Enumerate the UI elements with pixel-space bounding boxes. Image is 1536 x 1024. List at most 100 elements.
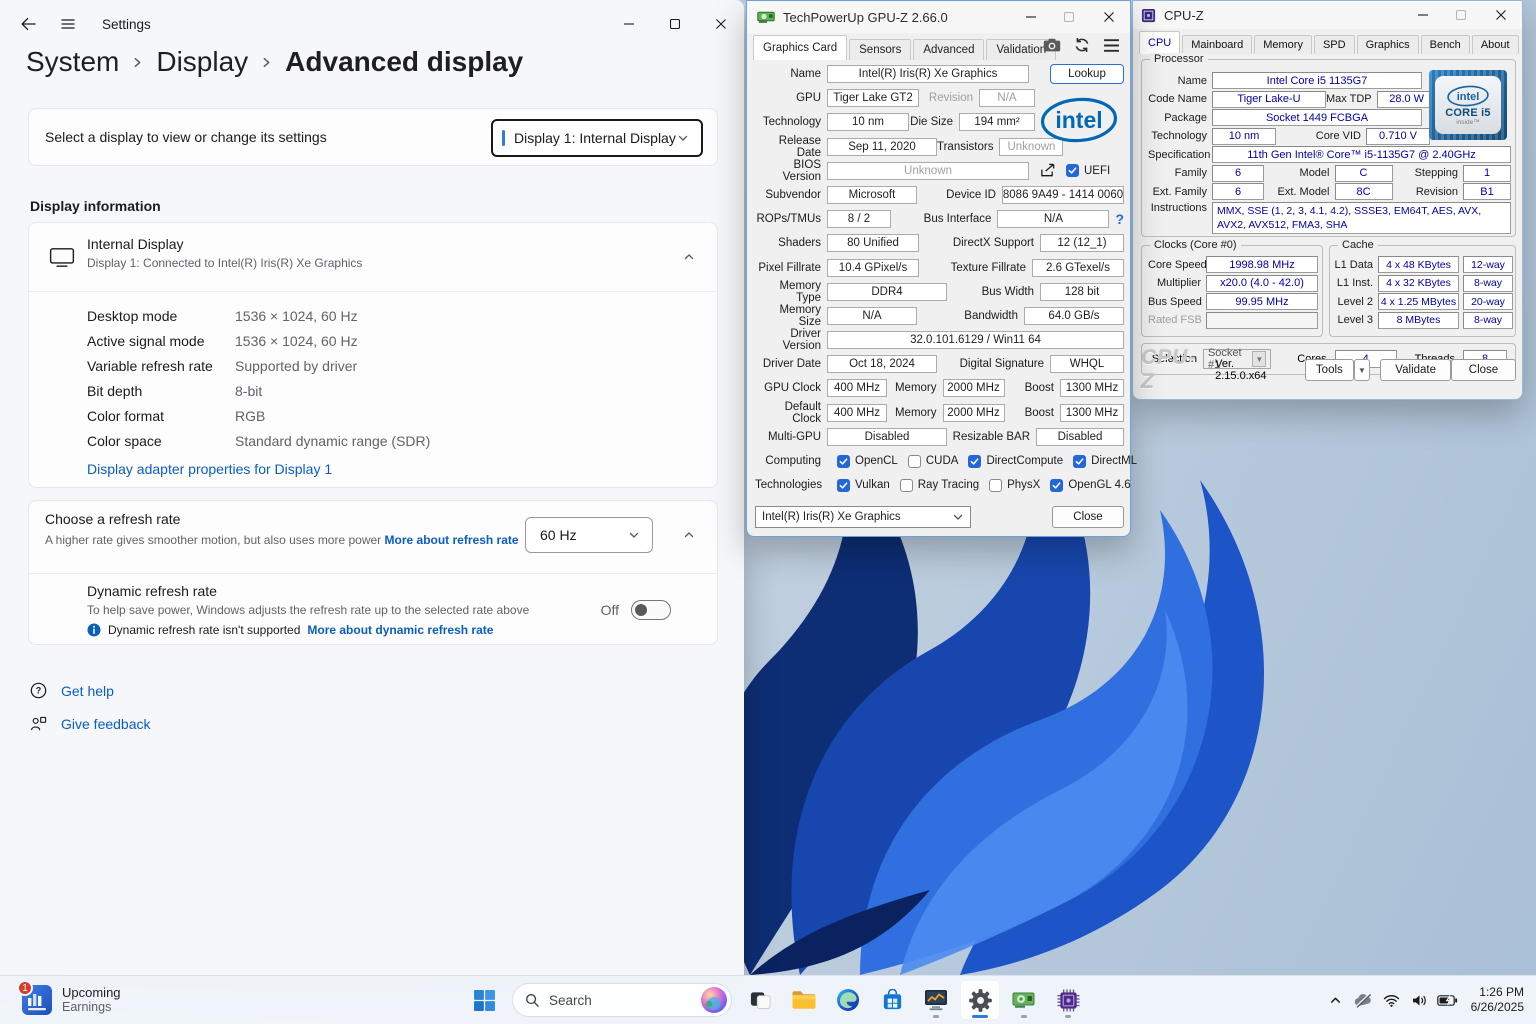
screenshot-camera-icon[interactable] — [1043, 38, 1061, 52]
value-field: Sep 11, 2020 — [827, 137, 937, 156]
close-button[interactable] — [1088, 1, 1130, 33]
checkbox-opencl[interactable]: OpenCL — [837, 454, 898, 468]
inline-label: Transistors — [937, 140, 994, 153]
value-field: 8086 9A49 - 1414 0060 — [1002, 185, 1124, 204]
tools-dropdown-button[interactable]: ▼ — [1353, 359, 1371, 381]
maximize-button[interactable] — [652, 0, 698, 48]
more-about-refresh-link[interactable]: More about refresh rate — [385, 533, 519, 547]
minimize-button[interactable] — [1012, 1, 1050, 33]
tools-button[interactable]: Tools — [1305, 359, 1354, 381]
maximize-button[interactable] — [1442, 1, 1480, 29]
refresh-icon[interactable] — [1074, 37, 1090, 53]
breadcrumb-chevron-icon — [131, 56, 144, 69]
cpuz-tab-bench[interactable]: Bench — [1420, 35, 1470, 54]
dynamic-refresh-info: Dynamic refresh rate isn't supported — [108, 623, 301, 637]
gpuz-row: Default Clock 400 MHz Memory 2000 MHz Boost 1… — [755, 401, 1124, 425]
widgets-button[interactable]: 1 Upcoming Earnings — [14, 980, 129, 1018]
checkbox-uefi[interactable]: UEFI — [1066, 164, 1110, 178]
field-label: Technology — [1151, 130, 1207, 142]
field-label: ROPs/TMUs — [756, 213, 821, 226]
value-field: Intel Core i5 1135G7 — [1212, 72, 1422, 89]
search-icon — [525, 993, 540, 1008]
cpuz-tab-about[interactable]: About — [1471, 35, 1519, 54]
gpuz-tab-advanced[interactable]: Advanced — [913, 39, 985, 60]
gpuz-close-button[interactable]: Close — [1052, 506, 1124, 528]
cpuz-tab-spd[interactable]: SPD — [1313, 35, 1355, 54]
maximize-button[interactable] — [1050, 1, 1088, 33]
minimize-button[interactable] — [1404, 1, 1442, 29]
breadcrumb-display[interactable]: Display — [156, 46, 248, 78]
display-info-row: Active signal mode 1536 × 1024, 60 Hz — [87, 328, 687, 353]
clock[interactable]: 1:26 PM 6/26/2025 — [1471, 985, 1524, 1015]
tray-volume[interactable] — [1407, 985, 1433, 1015]
tray-cloud-off[interactable] — [1351, 985, 1377, 1015]
value-field: 1300 MHz — [1060, 403, 1124, 422]
tray-battery[interactable] — [1435, 985, 1461, 1015]
taskbar-app-store[interactable] — [872, 980, 912, 1020]
field-label: Technologies — [755, 479, 823, 492]
start-button[interactable] — [464, 980, 504, 1020]
value-field: 6 — [1212, 183, 1264, 200]
cpuz-close-button[interactable]: Close — [1450, 359, 1517, 381]
collapse-chevron-icon[interactable] — [683, 529, 695, 541]
gpuz-row: Computing OpenCL CUDA DirectCompute DirectML — [755, 452, 1137, 470]
gpu-device-dropdown[interactable]: Intel(R) Iris(R) Xe Graphics — [755, 506, 971, 528]
display-info-header[interactable]: Internal Display Display 1: Connected to… — [29, 223, 717, 291]
tray-wifi[interactable] — [1379, 985, 1405, 1015]
checkbox-vulkan[interactable]: Vulkan — [837, 478, 890, 492]
taskbar-app-settings[interactable] — [960, 980, 1000, 1020]
refresh-rate-dropdown[interactable]: 60 Hz — [525, 517, 653, 553]
cloud-off-icon — [1354, 992, 1373, 1008]
close-button[interactable] — [1480, 1, 1522, 29]
gpuz-title: TechPowerUp GPU-Z 2.66.0 — [783, 9, 948, 25]
get-help-link[interactable]: Get help — [61, 683, 114, 699]
maximize-icon — [670, 19, 680, 29]
gpuz-row: ROPs/TMUs 8 / 2 Bus Interface N/A? — [755, 210, 1124, 229]
lookup-button[interactable]: Lookup — [1050, 64, 1124, 84]
taskbar-app-edge[interactable] — [828, 980, 868, 1020]
tray-chevron-up[interactable] — [1323, 985, 1349, 1015]
gpuz-tab-graphics-card[interactable]: Graphics Card — [753, 35, 848, 60]
checkbox-directcompute[interactable]: DirectCompute — [968, 454, 1063, 468]
cpuz-tab-memory[interactable]: Memory — [1254, 35, 1312, 54]
checkbox-cuda[interactable]: CUDA — [907, 454, 958, 468]
checkbox-ray-tracing[interactable]: Ray Tracing — [899, 478, 979, 492]
validate-button[interactable]: Validate — [1380, 359, 1451, 381]
checkbox-unchecked-icon — [907, 454, 921, 468]
close-icon — [1104, 12, 1114, 22]
menu-icon[interactable] — [1103, 38, 1120, 53]
intel-logo-small: intel — [1446, 85, 1490, 107]
taskbar-app-file-explorer[interactable] — [784, 980, 824, 1020]
value-field: 8 / 2 — [827, 210, 891, 229]
display-adapter-properties-link[interactable]: Display adapter properties for Display 1 — [87, 461, 332, 477]
give-feedback-link[interactable]: Give feedback — [61, 716, 151, 732]
taskbar-app-cpu-z[interactable] — [1048, 980, 1088, 1020]
row-cells: 32.0.101.6129 / Win11 64 — [827, 331, 1124, 350]
checkbox-opengl-4-6[interactable]: OpenGL 4.6 — [1050, 478, 1131, 492]
collapse-chevron-icon[interactable] — [683, 251, 695, 263]
cpuz-tab-cpu[interactable]: CPU — [1139, 31, 1181, 54]
taskbar-app-hw-monitor[interactable] — [916, 980, 956, 1020]
gpuz-tab-sensors[interactable]: Sensors — [849, 39, 912, 60]
value-field: C — [1334, 164, 1393, 182]
taskbar-app-gpu-z[interactable] — [1004, 980, 1044, 1020]
dynamic-refresh-toggle[interactable] — [631, 600, 671, 620]
checkbox-physx[interactable]: PhysX — [989, 478, 1040, 492]
taskbar-app-task-view[interactable] — [740, 980, 780, 1020]
display-selector-dropdown[interactable]: Display 1: Internal Display — [491, 119, 703, 157]
search-box[interactable]: Search — [512, 983, 732, 1017]
close-button[interactable] — [698, 0, 744, 48]
processor-group: Processor Name Intel Core i5 1135G7 Code N… — [1141, 53, 1516, 237]
more-about-dynamic-refresh-link[interactable]: More about dynamic refresh rate — [307, 623, 493, 637]
display-info-title: Internal Display — [87, 236, 184, 252]
back-button[interactable] — [8, 6, 48, 42]
help-circle-icon: ? — [30, 682, 47, 699]
help-question-icon[interactable]: ? — [1115, 211, 1124, 227]
checkbox-directml[interactable]: DirectML — [1073, 454, 1137, 468]
cpuz-tab-graphics[interactable]: Graphics — [1356, 35, 1419, 54]
breadcrumb-system[interactable]: System — [26, 46, 119, 78]
navigation-menu-button[interactable] — [48, 6, 88, 42]
share-icon[interactable] — [1039, 163, 1056, 178]
minimize-button[interactable] — [606, 0, 652, 48]
cpuz-tab-mainboard[interactable]: Mainboard — [1182, 35, 1253, 54]
